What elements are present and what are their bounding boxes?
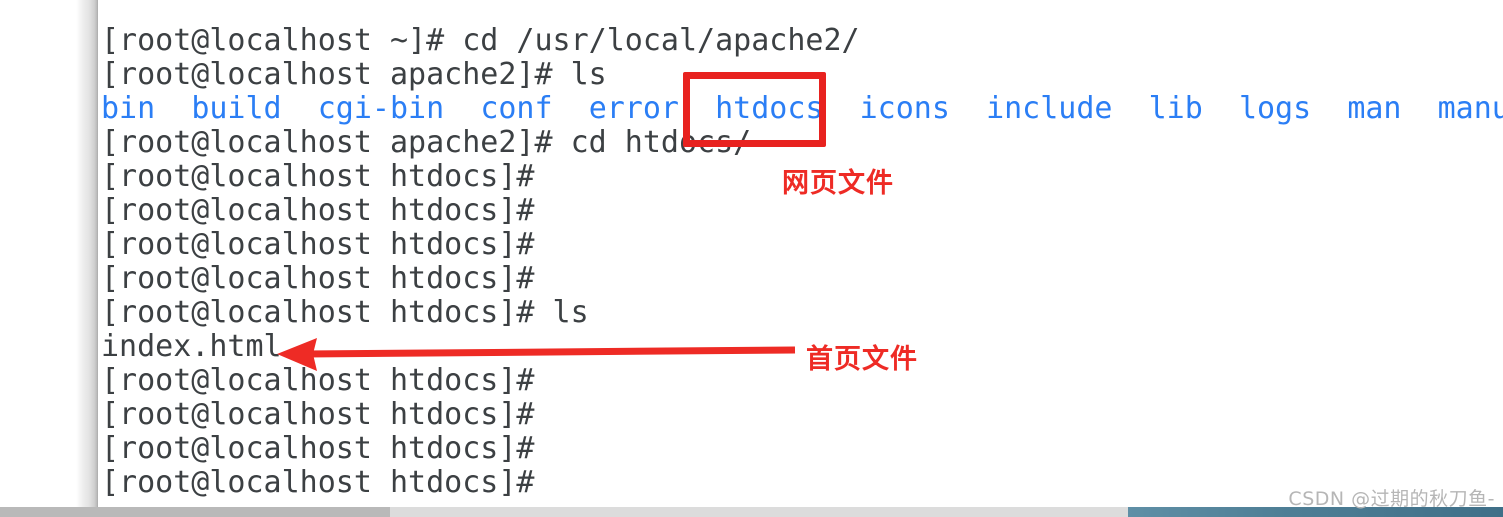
file-entry: index.html [101,329,282,364]
bottom-chrome-bar-left-segment [0,507,390,517]
terminal-window-edge-shadow [76,0,97,507]
terminal-line-prompt-7: [root@localhost htdocs]# [101,431,535,466]
directory-entry: logs [1238,91,1312,126]
terminal-screenshot: [root@localhost ~]# cd /usr/local/apache… [0,0,1503,517]
directory-entry: manual [1437,91,1503,126]
terminal-line-cmd-cd-apache2: [root@localhost ~]# cd /usr/local/apache… [101,23,860,58]
csdn-watermark: CSDN @过期的秋刀鱼- [1288,488,1495,510]
terminal-line-prompt-4: [root@localhost htdocs]# [101,261,535,296]
htdocs-highlight-box [683,72,826,147]
annotation-arrow-to-index-html [277,338,796,371]
directory-entry: man [1347,91,1402,126]
directory-entry: build [191,91,282,126]
directory-entry: lib [1148,91,1203,126]
directory-entry: error [588,91,679,126]
directory-entry: bin [101,91,156,126]
directory-entry: cgi-bin [317,91,445,126]
left-margin [0,0,76,507]
directory-entry: icons [859,91,950,126]
directory-entry: conf [480,91,553,126]
terminal-line-cmd-ls-htdocs: [root@localhost htdocs]# ls [101,295,589,330]
directory-entry: include [986,91,1113,126]
terminal-line-prompt-6: [root@localhost htdocs]# [101,397,535,432]
annotation-homepage-file-label: 首页文件 [806,344,918,375]
terminal-line-prompt-3: [root@localhost htdocs]# [101,227,535,262]
annotation-webpage-files-label: 网页文件 [782,168,894,199]
